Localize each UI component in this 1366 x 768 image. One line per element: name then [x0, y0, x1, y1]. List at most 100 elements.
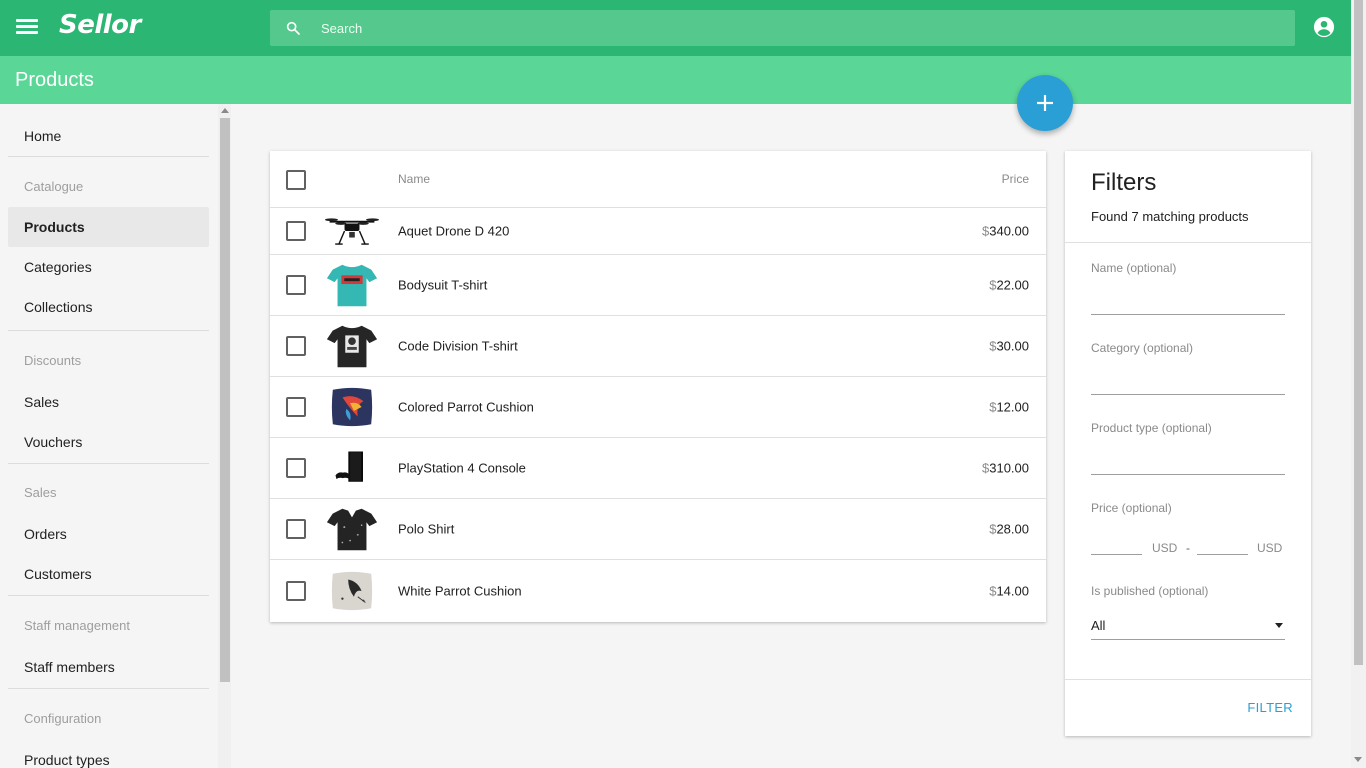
price-min-input[interactable] — [1091, 525, 1142, 555]
table-row[interactable]: Aquet Drone D 420 $340.00 — [270, 208, 1046, 255]
app-logo[interactable]: Sellor — [59, 10, 141, 40]
product-name: Code Division T-shirt — [398, 338, 518, 354]
page-scrollbar[interactable] — [1351, 0, 1366, 768]
app-bar: Sellor — [0, 0, 1351, 56]
filters-panel: Filters Found 7 matching products Name (… — [1065, 151, 1311, 736]
table-row[interactable]: Colored Parrot Cushion $12.00 — [270, 377, 1046, 438]
product-type-filter-input[interactable] — [1091, 445, 1285, 475]
sidebar-section-sales: Sales — [24, 485, 57, 500]
price-amount: 14.00 — [996, 583, 1029, 598]
table-row[interactable]: PlayStation 4 Console $310.00 — [270, 438, 1046, 499]
price-amount: 12.00 — [996, 399, 1029, 415]
product-price: $340.00 — [982, 224, 1029, 239]
product-price: $14.00 — [989, 583, 1029, 598]
row-checkbox[interactable] — [286, 519, 306, 539]
product-price: $12.00 — [989, 400, 1029, 415]
column-header-name[interactable]: Name — [398, 172, 430, 186]
product-type-filter-label: Product type (optional) — [1091, 421, 1212, 435]
cushion-white-icon — [324, 567, 380, 615]
product-name: Polo Shirt — [398, 521, 455, 537]
price-amount: 22.00 — [996, 277, 1029, 293]
row-checkbox[interactable] — [286, 580, 306, 601]
drone-icon — [324, 207, 380, 255]
product-list: Name Price Aquet Drone D 420 $340.00 Bodys… — [270, 151, 1046, 622]
sidebar-item-vouchers[interactable]: Vouchers — [8, 422, 209, 462]
product-type-filter: Product type (optional) — [1091, 421, 1285, 475]
product-price: $310.00 — [982, 461, 1029, 476]
page-header: Products — [0, 56, 1351, 104]
product-name: White Parrot Cushion — [398, 583, 522, 598]
row-checkbox[interactable] — [286, 221, 306, 241]
filters-divider — [1065, 679, 1311, 680]
sidebar-scrollbar[interactable] — [218, 104, 231, 768]
filter-button[interactable]: FILTER — [1247, 700, 1293, 715]
product-price: $22.00 — [989, 278, 1029, 293]
sidebar-item-orders[interactable]: Orders — [8, 514, 209, 554]
price-amount: 28.00 — [996, 521, 1029, 537]
category-filter-input[interactable] — [1091, 365, 1285, 395]
sidebar-item-collections[interactable]: Collections — [8, 287, 209, 327]
filters-divider — [1065, 242, 1311, 243]
price-amount: 310.00 — [989, 460, 1029, 476]
row-checkbox[interactable] — [286, 458, 306, 478]
table-header: Name Price — [270, 151, 1046, 208]
sidebar-section-catalogue: Catalogue — [24, 179, 84, 194]
published-select[interactable]: All — [1091, 610, 1285, 640]
tshirt-black-icon — [324, 322, 380, 370]
sidebar-item-categories[interactable]: Categories — [8, 247, 209, 287]
sidebar-item-staff-members[interactable]: Staff members — [8, 647, 209, 687]
category-filter: Category (optional) — [1091, 341, 1285, 395]
page-title: Products — [15, 69, 94, 91]
row-checkbox[interactable] — [286, 336, 306, 356]
cushion-colored-icon — [324, 383, 380, 431]
sidebar-divider — [8, 330, 209, 331]
column-header-price[interactable]: Price — [1002, 172, 1029, 186]
filters-title: Filters — [1091, 169, 1157, 196]
console-icon — [324, 444, 380, 492]
product-name: Colored Parrot Cushion — [398, 399, 534, 415]
price-max-input[interactable] — [1197, 525, 1248, 555]
sidebar-divider — [8, 156, 209, 157]
sidebar-divider — [8, 688, 209, 689]
sidebar-item-home[interactable]: Home — [8, 116, 209, 156]
scroll-up-icon[interactable] — [221, 108, 229, 113]
sidebar-item-sales[interactable]: Sales — [8, 382, 209, 422]
name-filter: Name (optional) — [1091, 261, 1285, 315]
add-product-button[interactable] — [1017, 75, 1073, 131]
table-row[interactable]: Bodysuit T-shirt $22.00 — [270, 255, 1046, 316]
name-filter-input[interactable] — [1091, 285, 1285, 315]
product-price: $28.00 — [989, 522, 1029, 537]
price-separator: - — [1186, 541, 1190, 555]
plus-icon — [1037, 95, 1053, 111]
published-filter: Is published (optional) All — [1091, 584, 1285, 640]
menu-icon[interactable] — [14, 16, 40, 40]
published-select-value: All — [1091, 618, 1106, 633]
price-min-unit: USD — [1152, 541, 1178, 555]
product-name: Aquet Drone D 420 — [398, 223, 510, 239]
sidebar-divider — [8, 463, 209, 464]
row-checkbox[interactable] — [286, 397, 306, 417]
published-filter-label: Is published (optional) — [1091, 584, 1209, 598]
category-filter-label: Category (optional) — [1091, 341, 1194, 355]
row-checkbox[interactable] — [286, 275, 306, 295]
select-all-checkbox[interactable] — [286, 170, 306, 190]
table-row[interactable]: Code Division T-shirt $30.00 — [270, 316, 1046, 377]
price-amount: 340.00 — [989, 223, 1029, 239]
name-filter-label: Name (optional) — [1091, 261, 1177, 275]
scroll-down-icon[interactable] — [1354, 757, 1362, 762]
search-bar[interactable] — [270, 10, 1295, 46]
table-row[interactable]: Polo Shirt $28.00 — [270, 499, 1046, 560]
sidebar-item-product-types[interactable]: Product types — [8, 740, 209, 768]
table-row[interactable]: White Parrot Cushion $14.00 — [270, 560, 1046, 621]
price-amount: 30.00 — [996, 338, 1029, 354]
sidebar-section-staff: Staff management — [24, 618, 130, 633]
sidebar-divider — [8, 595, 209, 596]
sidebar-item-customers[interactable]: Customers — [8, 554, 209, 594]
table-body: Aquet Drone D 420 $340.00 Bodysuit T-shirt… — [270, 208, 1046, 621]
sidebar-item-products[interactable]: Products — [8, 207, 209, 247]
sidebar-scroll-thumb[interactable] — [220, 118, 230, 682]
account-icon[interactable] — [1313, 16, 1335, 38]
search-input[interactable] — [321, 10, 1271, 46]
dropdown-arrow-icon — [1275, 623, 1283, 628]
page-scroll-thumb[interactable] — [1354, 0, 1363, 665]
